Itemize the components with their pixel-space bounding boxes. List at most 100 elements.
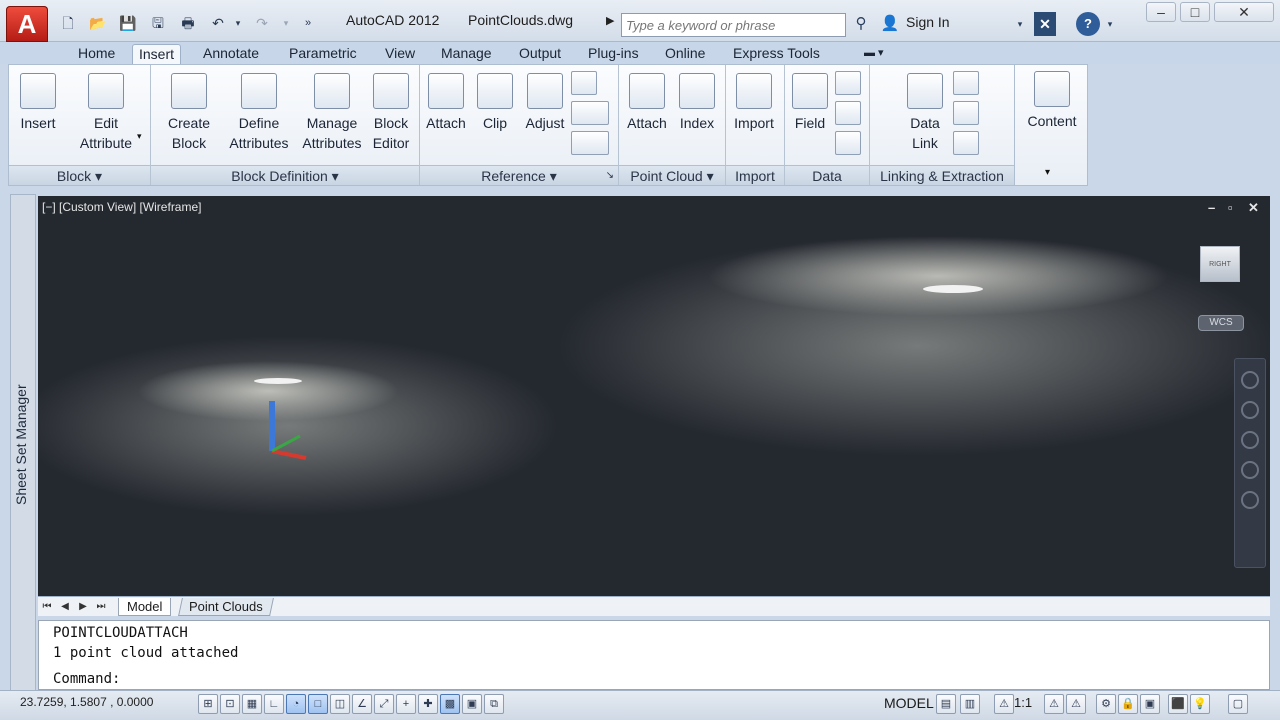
viewport-restore-icon[interactable]: ▫ [1228, 200, 1233, 215]
selection-cycling-icon[interactable]: ⧉ [484, 694, 504, 714]
workspace-switching-icon[interactable]: ⚙ [1096, 694, 1116, 714]
command-window[interactable]: POINTCLOUDATTACH 1 point cloud attached … [38, 620, 1270, 690]
help-dropdown-icon[interactable]: ▾ [1104, 12, 1116, 36]
dynamic-input-icon[interactable]: + [396, 694, 416, 714]
viewport-close-icon[interactable]: ✕ [1248, 200, 1259, 216]
sign-in-button[interactable]: Sign In [906, 14, 950, 30]
undo-dropdown-icon[interactable]: ▾ [226, 12, 250, 34]
command-prompt[interactable]: Command: [53, 671, 120, 687]
ortho-mode-icon[interactable]: ∟ [264, 694, 284, 714]
minimize-button[interactable]: – [1146, 2, 1176, 22]
field-button[interactable]: Field [787, 73, 833, 133]
quick-properties-icon[interactable]: ▣ [462, 694, 482, 714]
3d-object-snap-icon[interactable]: ◫ [330, 694, 350, 714]
block-editor-button[interactable]: Block Editor [365, 73, 417, 153]
save-icon[interactable]: 💾 [116, 12, 140, 34]
first-layout-icon[interactable]: ⏮ [40, 599, 54, 615]
polar-tracking-icon[interactable]: ◔ [286, 694, 306, 714]
snap-underlay-dropdown-icon[interactable] [571, 131, 609, 155]
coordinate-display[interactable]: 23.7259, 1.5807 , 0.0000 [20, 695, 153, 709]
panel-reference-title[interactable]: Reference ▾ ↘ [420, 165, 618, 185]
ribbon-minimize-icon[interactable]: ▬ ▾ [858, 44, 890, 64]
redo-dropdown-icon[interactable]: ▾ [274, 12, 298, 34]
grid-display-icon[interactable]: ▦ [242, 694, 262, 714]
hardware-acceleration-icon[interactable]: ▣ [1140, 694, 1160, 714]
auto-scale-icon[interactable]: ⚠ [1066, 694, 1086, 714]
tab-point-clouds[interactable]: Point Clouds [178, 598, 274, 616]
zoom-icon[interactable] [1241, 431, 1259, 449]
infer-constraints-icon[interactable]: ⊞ [198, 694, 218, 714]
drawing-viewport[interactable]: [−] [Custom View] [Wireframe] – ▫ ✕ RIGH… [38, 196, 1270, 596]
quick-view-drawings-icon[interactable]: ▥ [960, 694, 980, 714]
wcs-menu[interactable]: WCS [1198, 315, 1244, 331]
hyperlink-icon[interactable] [835, 131, 861, 155]
object-snap-icon[interactable]: □ [308, 694, 328, 714]
define-attributes-button[interactable]: Define Attributes [223, 73, 295, 153]
status-bar-menu-icon[interactable]: 💡 [1190, 694, 1210, 714]
reference-attach-button[interactable]: Attach [421, 73, 471, 133]
exchange-icon[interactable]: ✕ [1034, 12, 1056, 36]
sheet-set-manager-palette[interactable]: Sheet Set Manager [10, 194, 36, 694]
model-space-toggle[interactable]: MODEL [884, 695, 934, 711]
extract-data-icon[interactable] [953, 71, 979, 95]
tab-annotate[interactable]: Annotate [197, 44, 265, 64]
save-as-icon[interactable]: 🖫 [146, 12, 170, 34]
qat-overflow-icon[interactable]: » [296, 12, 320, 34]
new-file-icon[interactable]: 🗋 [56, 12, 80, 34]
close-button[interactable]: ✕ [1214, 2, 1274, 22]
plot-icon[interactable]: 🖶 [176, 12, 200, 34]
download-link-icon[interactable] [953, 131, 979, 155]
tab-output[interactable]: Output [513, 44, 567, 64]
next-layout-icon[interactable]: ▶ [76, 599, 90, 615]
panel-block-title[interactable]: Block ▾ [9, 165, 150, 185]
annotation-scale[interactable]: 1:1 [1014, 695, 1032, 710]
previous-layout-icon[interactable]: ◀ [58, 599, 72, 615]
edit-attribute-dropdown-icon[interactable]: ▾ [137, 131, 142, 142]
search-input[interactable]: Type a keyword or phrase [621, 13, 846, 37]
viewcube[interactable]: RIGHT [1200, 246, 1240, 282]
open-file-icon[interactable]: 📂 [86, 12, 110, 34]
object-snap-tracking-icon[interactable]: ∠ [352, 694, 372, 714]
data-link-button[interactable]: Data Link [897, 73, 953, 153]
help-icon[interactable]: ? [1076, 12, 1100, 36]
point-cloud-attach-button[interactable]: Attach [621, 73, 673, 133]
search-expand-icon[interactable]: ▶ [606, 14, 614, 27]
annotation-scale-icon[interactable]: ⚠ [994, 694, 1014, 714]
tab-parametric[interactable]: Parametric [283, 44, 363, 64]
ole-object-icon[interactable] [835, 101, 861, 125]
tab-model[interactable]: Model [118, 598, 172, 616]
lock-ui-icon[interactable]: 🔒 [1118, 694, 1138, 714]
underlay-layers-icon[interactable] [571, 71, 597, 95]
point-cloud-index-button[interactable]: Index [673, 73, 721, 133]
pan-icon[interactable] [1241, 401, 1259, 419]
snap-mode-icon[interactable]: ⊡ [220, 694, 240, 714]
tab-manage[interactable]: Manage [435, 44, 498, 64]
dynamic-ucs-icon[interactable]: ⤢ [374, 694, 394, 714]
edit-attribute-button[interactable]: Edit Attribute [73, 73, 139, 153]
manage-attributes-button[interactable]: Manage Attributes [297, 73, 367, 153]
panel-block-definition-title[interactable]: Block Definition ▾ [151, 165, 419, 185]
sign-in-dropdown-icon[interactable]: ▾ [1014, 12, 1026, 36]
clean-screen-icon[interactable]: ▢ [1228, 694, 1248, 714]
isolate-objects-icon[interactable]: ⬛ [1168, 694, 1188, 714]
redo-icon[interactable]: ↷ [250, 12, 274, 34]
tab-online[interactable]: Online [659, 44, 711, 64]
annotation-visibility-icon[interactable]: ⚠ [1044, 694, 1064, 714]
upload-link-icon[interactable] [953, 101, 979, 125]
lineweight-icon[interactable]: ✚ [418, 694, 438, 714]
binoculars-icon[interactable]: ⚲ [850, 12, 872, 36]
frames-dropdown-icon[interactable] [571, 101, 609, 125]
steering-wheel-icon[interactable] [1241, 371, 1259, 389]
viewport-controls-label[interactable]: [−] [Custom View] [Wireframe] [42, 200, 202, 214]
quick-view-layouts-icon[interactable]: ▤ [936, 694, 956, 714]
tab-plug-ins[interactable]: Plug-ins [582, 44, 645, 64]
showmotion-icon[interactable] [1241, 491, 1259, 509]
application-menu-button[interactable]: A [6, 6, 48, 42]
tab-insert[interactable]: Insert [132, 44, 182, 64]
adjust-button[interactable]: Adjust [519, 73, 571, 133]
tab-view[interactable]: View [379, 44, 421, 64]
insert-button[interactable]: Insert [13, 73, 63, 133]
last-layout-icon[interactable]: ⏭ [94, 599, 108, 615]
tab-home[interactable]: Home [72, 44, 121, 64]
tab-express-tools[interactable]: Express Tools [727, 44, 826, 64]
